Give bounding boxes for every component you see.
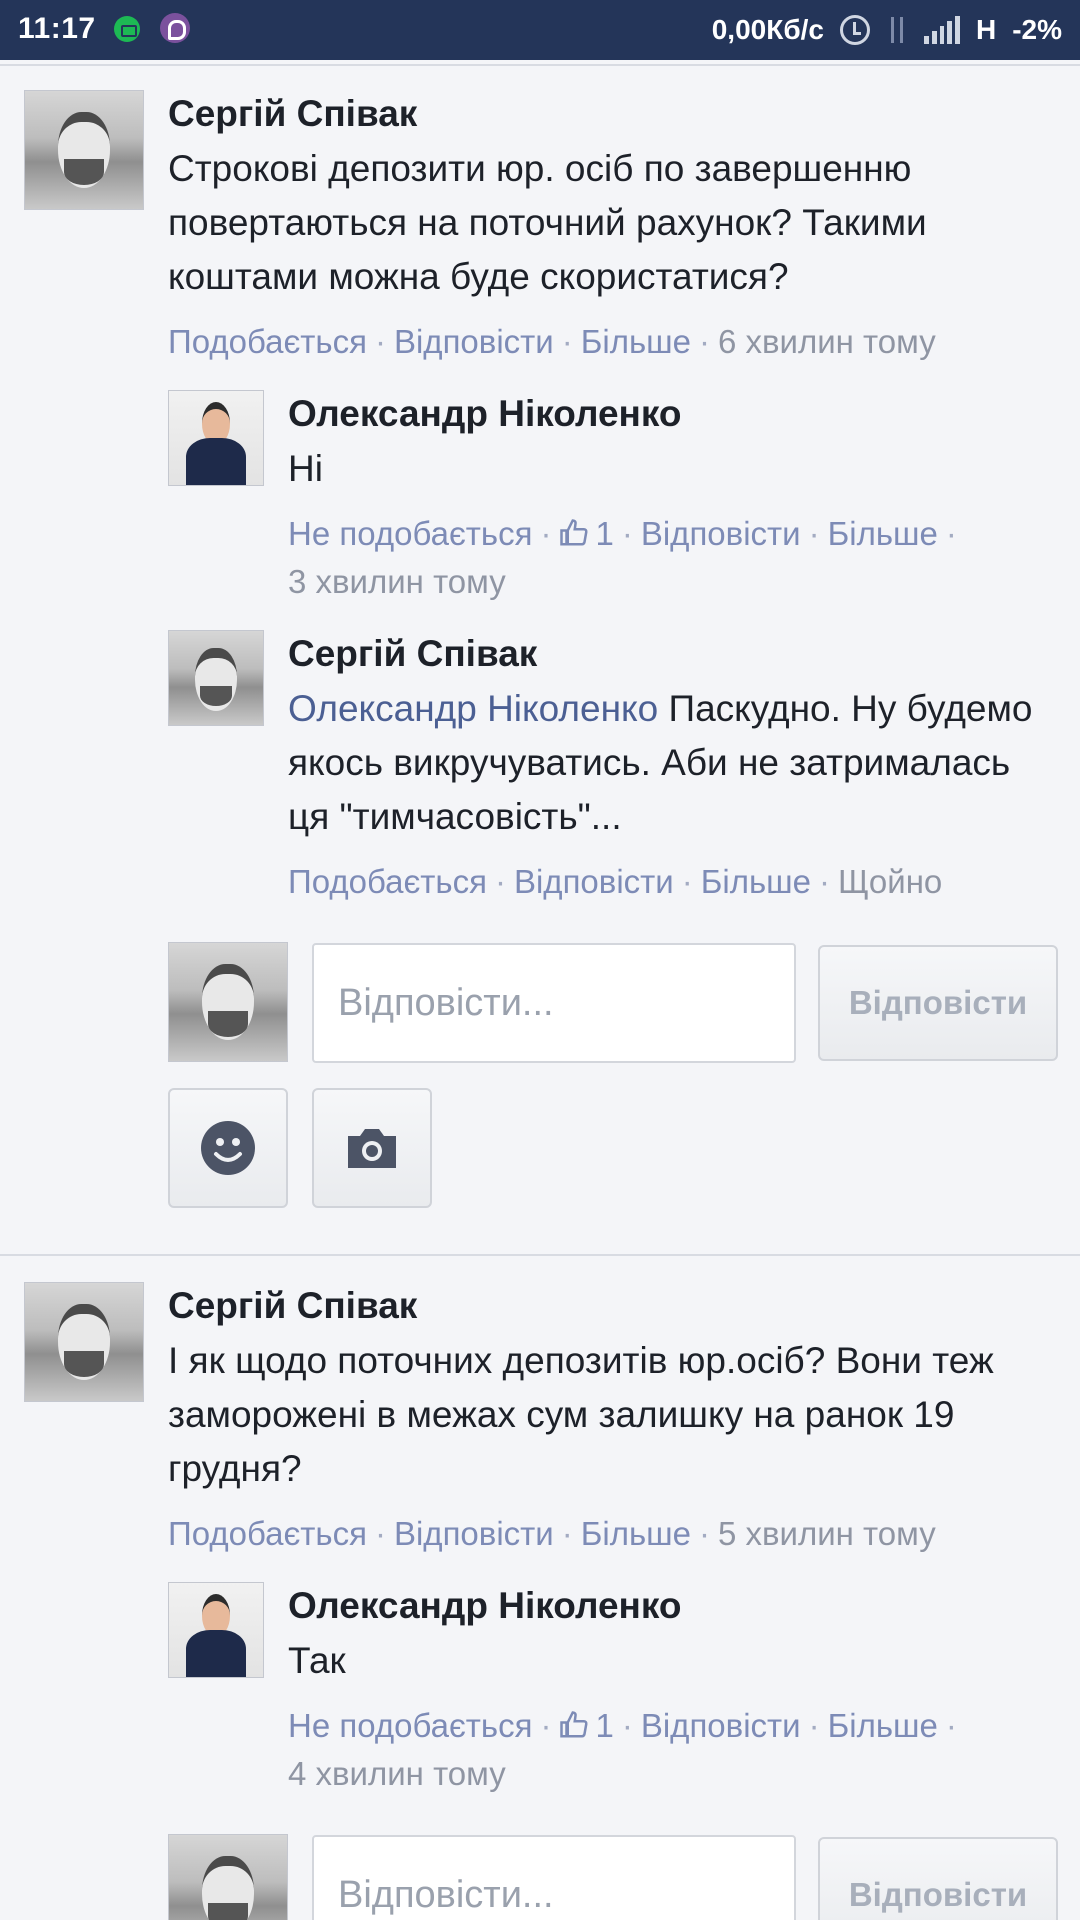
avatar[interactable]: [168, 1582, 264, 1678]
comment-time[interactable]: 6 хвилин тому: [718, 323, 936, 360]
comment-actions: Подобається · Відповісти · Більше · 5 хвилин т…: [168, 1515, 936, 1552]
more-link[interactable]: Більше: [581, 323, 691, 360]
network-speed: 0,00Кб/с: [711, 14, 824, 45]
reply-actions: Не подобається · 1 · Відповісти · Більше ·: [288, 1707, 957, 1744]
reply-time-row: 4 хвилин тому: [288, 1750, 506, 1798]
comment-time[interactable]: 5 хвилин тому: [718, 1515, 936, 1552]
likes-number: 1: [595, 1707, 614, 1744]
unlike-link[interactable]: Не подобається: [288, 1707, 532, 1744]
thumbs-up-icon: [560, 519, 589, 546]
thread-divider: [0, 1254, 1080, 1256]
data-icon: [886, 15, 908, 45]
comment-author[interactable]: Сергій Співак: [168, 93, 417, 135]
avatar[interactable]: [24, 90, 144, 210]
top-divider: [0, 64, 1080, 66]
comment-author[interactable]: Сергій Співак: [168, 1285, 417, 1327]
reply-link[interactable]: Відповісти: [394, 323, 554, 360]
mention-link[interactable]: Олександр Ніколенко: [288, 688, 658, 729]
reply-text: Так: [288, 1640, 346, 1681]
avatar: [168, 942, 288, 1062]
reply-time[interactable]: 4 хвилин тому: [288, 1755, 506, 1792]
more-link[interactable]: Більше: [701, 863, 811, 900]
like-link[interactable]: Подобається: [168, 1515, 367, 1552]
reply-link[interactable]: Відповісти: [514, 863, 674, 900]
thumbs-up-icon: [560, 1711, 589, 1738]
more-link[interactable]: Більше: [828, 515, 938, 552]
network-type: H: [975, 14, 997, 45]
status-time: 11:17: [18, 12, 96, 45]
reply-author[interactable]: Олександр Ніколенко: [288, 1585, 682, 1627]
signal-icon: [923, 16, 960, 44]
photo-button[interactable]: [312, 1088, 432, 1208]
reply-author[interactable]: Сергій Співак: [288, 633, 537, 675]
likes-number: 1: [595, 515, 614, 552]
reply-text: Олександр Ніколенко Паскудно. Ну будемо …: [288, 682, 1048, 844]
alarm-icon: [839, 15, 870, 45]
reply-time[interactable]: 3 хвилин тому: [288, 563, 506, 600]
reply-button[interactable]: Відповісти: [818, 1837, 1058, 1920]
more-link[interactable]: Більше: [828, 1707, 938, 1744]
reply-link[interactable]: Відповісти: [641, 515, 801, 552]
reply-time-row: 3 хвилин тому: [288, 558, 506, 606]
reply-input[interactable]: Відповісти...: [312, 1835, 796, 1920]
reply-actions: Не подобається · 1 · Відповісти · Більше ·: [288, 515, 957, 552]
reply-text: Ні: [288, 448, 323, 489]
app-icon: [114, 16, 140, 42]
comment-text: Строкові депозити юр. осіб по завершенню…: [168, 148, 927, 297]
avatar[interactable]: [168, 630, 264, 726]
likes-count[interactable]: 1: [559, 515, 614, 552]
reply-link[interactable]: Відповісти: [394, 1515, 554, 1552]
avatar[interactable]: [168, 390, 264, 486]
camera-icon: [348, 1129, 396, 1168]
likes-count[interactable]: 1: [559, 1707, 614, 1744]
comments-page: Сергій Співак Строкові депозити юр. осіб…: [0, 60, 1080, 1920]
comment-text: І як щодо поточних депозитів юр.осіб? Во…: [168, 1340, 994, 1489]
more-link[interactable]: Більше: [581, 1515, 691, 1552]
like-link[interactable]: Подобається: [288, 863, 487, 900]
reply-time[interactable]: Щойно: [838, 863, 942, 900]
reply-author[interactable]: Олександр Ніколенко: [288, 393, 682, 435]
status-bar: 11:17 0,00Кб/с H -2%: [0, 0, 1080, 60]
smiley-icon: [201, 1121, 255, 1175]
avatar[interactable]: [24, 1282, 144, 1402]
comment-actions: Подобається · Відповісти · Більше · 6 хвилин т…: [168, 323, 936, 360]
reply-input[interactable]: Відповісти...: [312, 943, 796, 1063]
viber-icon: [160, 13, 190, 43]
avatar: [168, 1834, 288, 1920]
unlike-link[interactable]: Не подобається: [288, 515, 532, 552]
reply-link[interactable]: Відповісти: [641, 1707, 801, 1744]
reply-actions: Подобається · Відповісти · Більше · Щойно: [288, 863, 943, 900]
like-link[interactable]: Подобається: [168, 323, 367, 360]
emoji-button[interactable]: [168, 1088, 288, 1208]
reply-button[interactable]: Відповісти: [818, 945, 1058, 1061]
battery-level: -2%: [1012, 14, 1062, 45]
